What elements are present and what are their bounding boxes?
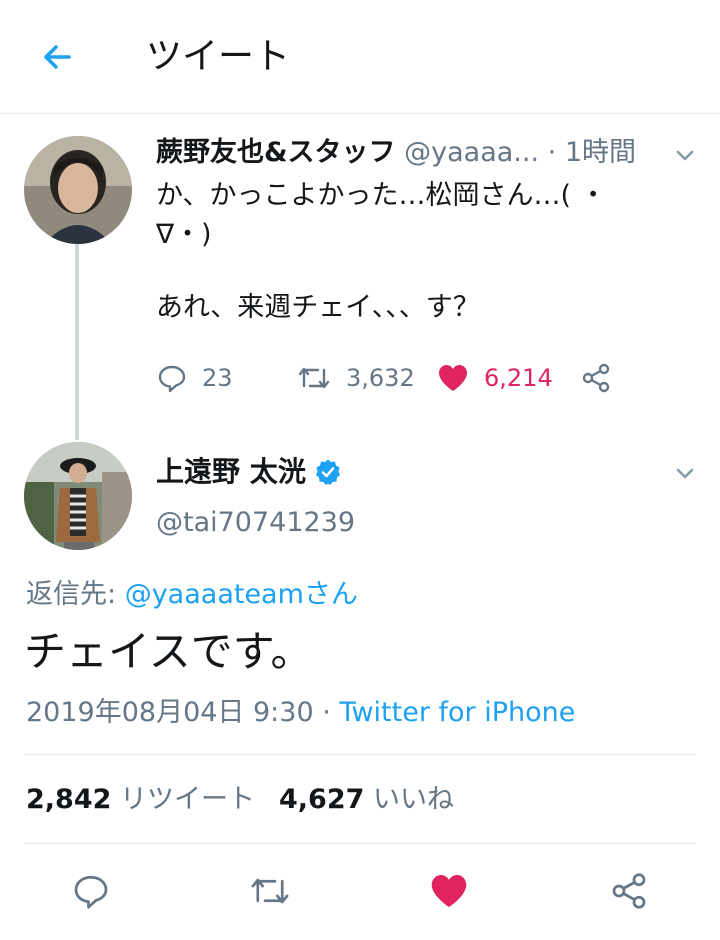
bottom-like-button[interactable]	[424, 866, 474, 916]
main-author-name-row: 上遠野 太洸	[156, 452, 342, 492]
stats-row: 2,842 リツイート 4,627 いいね	[26, 780, 454, 820]
likes-stat-label: いいね	[373, 784, 454, 815]
tweet-timestamp-row: 2019年08月04日 9:30 · Twitter for iPhone	[26, 693, 575, 733]
heart-icon	[439, 365, 467, 391]
avatar-image	[24, 442, 132, 550]
chevron-down-icon[interactable]	[670, 140, 700, 170]
share-icon	[582, 363, 610, 393]
retweet-count: 3,632	[346, 364, 415, 392]
tweet-client-link[interactable]: Twitter for iPhone	[339, 697, 575, 728]
reply-button[interactable]: 23	[156, 362, 233, 394]
page-title: ツイート	[146, 36, 291, 77]
main-author-name[interactable]: 上遠野 太洸	[156, 452, 306, 492]
retweets-stat[interactable]: 2,842 リツイート	[26, 780, 255, 820]
retweet-icon	[298, 367, 330, 389]
avatar-parent-author[interactable]	[24, 136, 132, 244]
parent-tweet-time: · 1時間	[547, 137, 636, 168]
replying-to-row: 返信先: @yaaaateamさん	[26, 575, 358, 615]
retweets-stat-label: リツイート	[120, 784, 255, 815]
verified-badge-icon	[315, 459, 340, 485]
timestamp-separator: ·	[322, 697, 331, 728]
top-bar: ツイート	[0, 0, 720, 113]
replying-to-link[interactable]: @yaaaateamさん	[125, 579, 358, 610]
header-divider	[0, 113, 720, 114]
reply-count: 23	[202, 364, 233, 392]
parent-author-handle[interactable]: @yaaaa...	[404, 137, 539, 168]
parent-tweet-text-line-1: か、かっこよかった…松岡さん…( ・	[156, 180, 607, 211]
heart-icon	[431, 874, 467, 908]
main-tweet-text: チェイスです。	[24, 627, 313, 676]
parent-tweet-text-line-2: ∇・)	[156, 219, 212, 250]
bottom-share-button[interactable]	[604, 866, 654, 916]
reply-icon	[74, 875, 108, 909]
retweet-button[interactable]: 3,632	[296, 362, 415, 394]
divider-bottom-stats	[24, 843, 696, 844]
parent-tweet-header: 蕨野友也&スタッフ @yaaaa... · 1時間	[156, 133, 636, 173]
avatar-image	[24, 136, 132, 244]
back-button[interactable]	[34, 34, 80, 80]
parent-tweet-text-line-3: あれ、来週チェイ、、、す？	[156, 292, 480, 323]
retweets-stat-count: 2,842	[26, 784, 112, 815]
chevron-down-icon[interactable]	[670, 458, 700, 488]
reply-icon	[158, 365, 186, 393]
likes-stat-count: 4,627	[279, 784, 365, 815]
like-button[interactable]: 6,214	[436, 362, 553, 394]
divider-top-stats	[24, 754, 696, 755]
parent-author-name[interactable]: 蕨野友也&スタッフ	[156, 137, 396, 168]
main-author-handle[interactable]: @tai70741239	[156, 503, 355, 543]
avatar-main-author[interactable]	[24, 442, 132, 550]
likes-stat[interactable]: 4,627 いいね	[279, 780, 454, 820]
retweet-icon	[251, 878, 289, 904]
bottom-retweet-button[interactable]	[245, 866, 295, 916]
replying-to-label: 返信先:	[26, 579, 117, 610]
share-button[interactable]	[580, 362, 612, 394]
back-arrow-icon	[44, 45, 71, 69]
thread-connector-line	[75, 244, 79, 440]
tweet-date: 2019年08月04日 9:30	[26, 697, 314, 728]
like-count: 6,214	[484, 364, 553, 392]
bottom-reply-button[interactable]	[66, 866, 116, 916]
share-icon	[612, 873, 646, 909]
